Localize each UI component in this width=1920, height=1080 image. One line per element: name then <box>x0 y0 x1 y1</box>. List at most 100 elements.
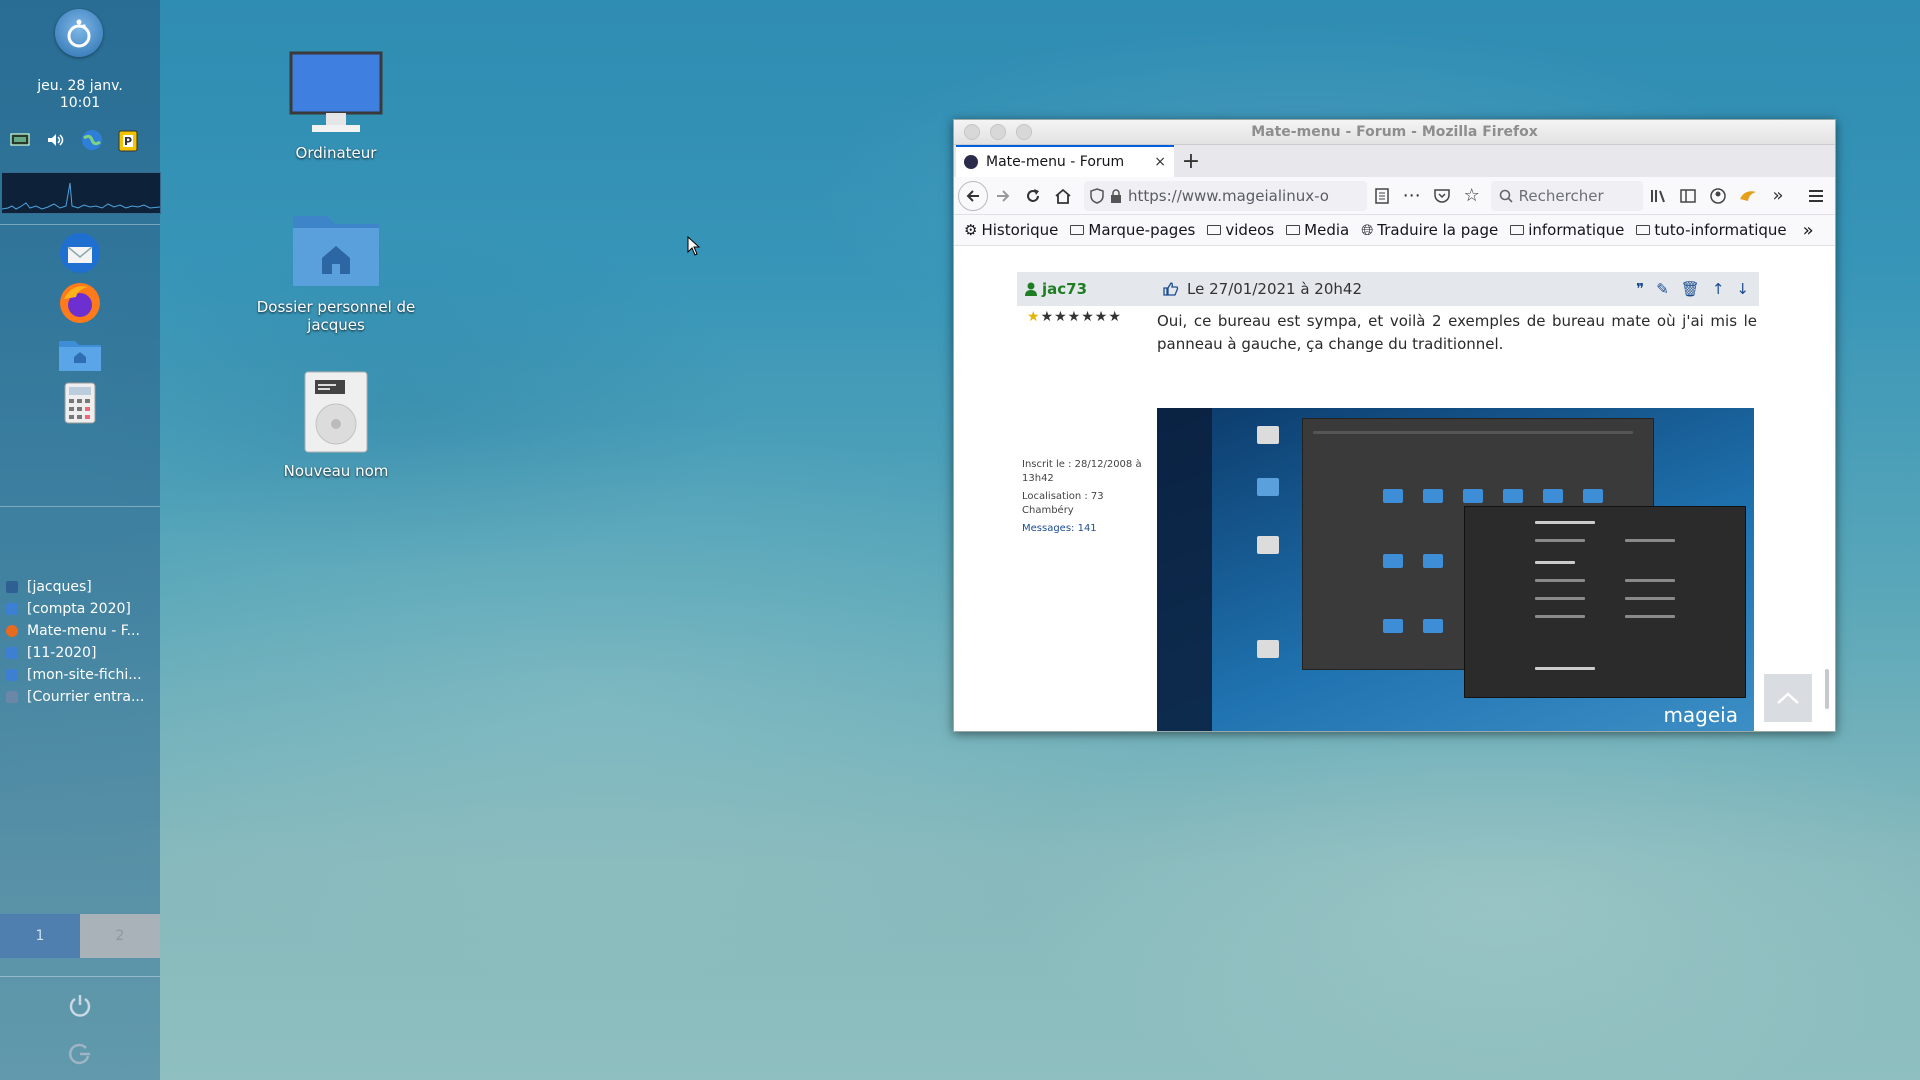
home-icon <box>1055 188 1071 204</box>
edit-icon[interactable]: ✎ <box>1656 280 1669 298</box>
post-screenshot-image[interactable]: mageia <box>1157 408 1754 731</box>
folder-icon <box>1636 225 1651 235</box>
sidebar-icon[interactable] <box>1673 181 1703 211</box>
page-actions-icon[interactable]: ⋯ <box>1397 181 1427 211</box>
user-icon <box>1025 282 1037 296</box>
bookmark-label: Traduire la page <box>1377 221 1499 239</box>
reader-view-icon[interactable] <box>1367 181 1397 211</box>
bookmarks-overflow-button[interactable]: » <box>1803 220 1814 241</box>
reload-button[interactable] <box>1018 181 1048 211</box>
author-info: Inscrit le : 28/12/2008 à 13h42 Localisa… <box>1022 458 1152 536</box>
quote-icon[interactable]: ❞ <box>1636 280 1644 298</box>
calculator-launcher-icon[interactable] <box>54 380 106 426</box>
vertical-scrollbar[interactable] <box>1825 669 1829 709</box>
screenshot-item <box>1625 539 1675 542</box>
desktop-icon-label: Ordinateur <box>295 144 377 162</box>
thunderbird-launcher-icon[interactable] <box>54 230 106 276</box>
network-globe-icon[interactable] <box>80 128 104 152</box>
extension-icon[interactable] <box>1733 181 1763 211</box>
folder-icon <box>6 647 18 659</box>
volume-icon[interactable] <box>44 128 68 152</box>
bookmark-label: Historique <box>981 221 1059 239</box>
search-box[interactable]: Rechercher <box>1490 180 1643 211</box>
desktop-icon-label: Nouveau nom <box>283 462 389 480</box>
file-manager-launcher-icon[interactable] <box>54 330 106 376</box>
star-icon: ★ <box>1027 309 1041 325</box>
task-item[interactable]: [jacques] <box>0 576 160 598</box>
author-location: Localisation : 73 Chambéry <box>1022 491 1104 516</box>
firefox-window: Mate-menu - Forum - Mozilla Firefox Mate… <box>953 119 1836 732</box>
tab-close-button[interactable]: × <box>1154 154 1166 170</box>
clock[interactable]: jeu. 28 janv. 10:01 <box>0 78 160 112</box>
screenshot-item <box>1625 579 1675 582</box>
task-label: [Courrier entra... <box>27 689 145 705</box>
url-bar[interactable]: https://www.mageialinux-o <box>1084 180 1367 211</box>
forward-button[interactable] <box>988 181 1018 211</box>
search-placeholder: Rechercher <box>1518 186 1604 205</box>
screenshot-desktop-icon <box>1257 426 1279 444</box>
bookmark-videos[interactable]: videos <box>1207 221 1274 239</box>
system-monitor-graph[interactable] <box>1 172 161 214</box>
firefox-icon <box>6 625 18 637</box>
task-item[interactable]: [11-2020] <box>0 642 160 664</box>
task-item[interactable]: [mon-site-fichi... <box>0 664 160 686</box>
screenshot-heading <box>1535 561 1575 564</box>
arrow-down-icon[interactable]: ↓ <box>1736 280 1749 298</box>
side-panel: jeu. 28 janv. 10:01 P [jacques] [compta … <box>0 0 161 1080</box>
screenshot-folder-icon <box>1423 489 1443 503</box>
bookmark-label: Media <box>1304 221 1350 239</box>
screenshot-folder-icon <box>1583 489 1603 503</box>
bookmark-historique[interactable]: ⚙ Historique <box>964 221 1058 239</box>
bookmark-media[interactable]: Media <box>1286 221 1349 239</box>
screenshot-folder-icon <box>1463 489 1483 503</box>
clipboard-icon[interactable]: P <box>116 128 140 152</box>
mageia-menu-icon[interactable] <box>55 9 103 57</box>
pocket-icon[interactable] <box>1427 181 1457 211</box>
new-tab-button[interactable]: + <box>1174 145 1208 177</box>
task-item[interactable]: [Courrier entra... <box>0 686 160 708</box>
workspace-1[interactable]: 1 <box>0 914 80 958</box>
logout-icon[interactable] <box>62 1036 98 1072</box>
workspace-2[interactable]: 2 <box>80 914 160 958</box>
bookmark-star-icon[interactable]: ☆ <box>1457 181 1487 211</box>
rank-stars: ★★★★★★★ <box>1027 309 1122 325</box>
monitor-icon <box>289 51 383 132</box>
desktop-icon-drive[interactable]: Nouveau nom <box>256 370 416 480</box>
hamburger-menu-icon[interactable] <box>1801 181 1831 211</box>
mail-icon <box>6 691 18 703</box>
url-text: https://www.mageialinux-o <box>1128 186 1329 205</box>
firefox-launcher-icon[interactable] <box>54 280 106 326</box>
post-body: Oui, ce bureau est sympa, et voilà 2 exe… <box>1157 312 1757 353</box>
bookmark-traduire[interactable]: 🌐︎ Traduire la page <box>1361 221 1498 239</box>
home-button[interactable] <box>1048 181 1078 211</box>
back-button[interactable] <box>958 180 988 211</box>
scroll-to-top-button[interactable] <box>1764 674 1812 722</box>
arrow-left-icon <box>966 189 979 202</box>
folder-icon <box>1286 225 1301 235</box>
display-icon[interactable] <box>8 128 32 152</box>
library-icon[interactable] <box>1643 181 1673 211</box>
power-icon[interactable] <box>62 988 98 1024</box>
task-item[interactable]: [compta 2020] <box>0 598 160 620</box>
bookmark-tuto-informatique[interactable]: tuto-informatique <box>1636 221 1787 239</box>
window-titlebar[interactable]: Mate-menu - Forum - Mozilla Firefox <box>954 120 1835 145</box>
author-messages[interactable]: Messages: 141 <box>1022 522 1152 536</box>
screenshot-desktop-icon <box>1257 478 1279 496</box>
account-icon[interactable] <box>1703 181 1733 211</box>
arrow-up-icon[interactable]: ↑ <box>1712 280 1725 298</box>
tab-mate-menu-forum[interactable]: Mate-menu - Forum × <box>956 145 1174 177</box>
task-item[interactable]: Mate-menu - F... <box>0 620 160 642</box>
screenshot-item <box>1535 615 1585 618</box>
post-author[interactable]: jac73 <box>1025 280 1087 298</box>
trash-icon[interactable]: 🗑︎ <box>1681 280 1700 298</box>
username: jac73 <box>1042 280 1088 298</box>
bookmark-informatique[interactable]: informatique <box>1510 221 1624 239</box>
desktop-icon-home[interactable]: Dossier personnel de jacques <box>256 210 416 334</box>
globe-icon: 🌐︎ <box>1361 221 1374 239</box>
desktop-icon-computer[interactable]: Ordinateur <box>256 50 416 162</box>
more-tools-icon[interactable]: » <box>1763 181 1793 211</box>
search-icon <box>1499 189 1513 203</box>
bookmark-label: Marque-pages <box>1088 221 1196 239</box>
thumbs-up-icon[interactable] <box>1163 282 1179 296</box>
bookmark-marque-pages[interactable]: Marque-pages <box>1070 221 1195 239</box>
